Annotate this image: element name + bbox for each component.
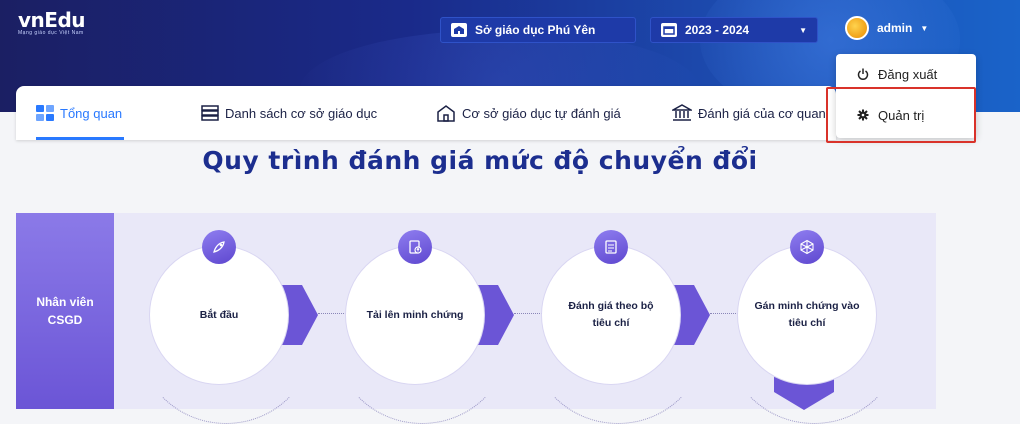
process-title: Quy trình đánh giá mức độ chuyển đổi: [202, 146, 758, 175]
tab-agency-assessment[interactable]: Đánh giá của cơ quan: [672, 86, 826, 140]
gear-icon: [856, 109, 870, 121]
user-name: admin: [877, 21, 913, 35]
brand-name: vnEdu: [18, 8, 86, 32]
school-year-value: 2023 - 2024: [685, 23, 750, 37]
tab-self-assessment[interactable]: Cơ sở giáo dục tự đánh giá: [436, 86, 621, 140]
network-icon: [790, 230, 824, 264]
logout-menu-item[interactable]: Đăng xuất: [836, 56, 976, 92]
chevron-down-icon: ▼: [799, 25, 807, 35]
vnedu-logo[interactable]: vnEdu Mạng giáo dục Việt Nam: [18, 8, 86, 36]
school-year-select[interactable]: 2023 - 2024 ▼: [650, 17, 818, 43]
step-label: Bắt đầu: [199, 308, 239, 321]
checklist-icon: [594, 230, 628, 264]
tab-label: Cơ sở giáo dục tự đánh giá: [462, 105, 621, 121]
main-tabs: Tổng quan Danh sách cơ sở giáo dục Cơ sở…: [16, 86, 836, 140]
avatar: [845, 16, 869, 40]
upload-document-icon: [398, 230, 432, 264]
dashboard-icon: [36, 105, 54, 121]
step-circle: Bắt đầu: [150, 246, 288, 384]
government-building-icon: [672, 104, 692, 122]
tab-label: Tổng quan: [60, 105, 123, 121]
actor-label: Nhân viên CSGD: [16, 213, 114, 409]
admin-menu-item[interactable]: Quản trị: [836, 97, 976, 133]
step-label: Tải lên minh chứng: [366, 308, 464, 321]
school-icon: [451, 23, 467, 37]
step-label: Gán minh chứng vào tiêu chí: [754, 300, 860, 329]
rocket-icon: [202, 230, 236, 264]
list-icon: [201, 105, 219, 121]
step-circle: Gán minh chứng vào tiêu chí: [738, 246, 876, 384]
power-icon: [856, 68, 870, 80]
step-label: Đánh giá theo bộ tiêu chí: [568, 300, 654, 329]
user-dropdown-menu: Đăng xuất Quản trị: [836, 54, 976, 138]
calendar-icon: [661, 23, 677, 37]
actor-name: Nhân viên CSGD: [36, 295, 94, 327]
tab-label: Danh sách cơ sở giáo dục: [225, 105, 378, 121]
step-circle: Đánh giá theo bộ tiêu chí: [542, 246, 680, 384]
tab-label: Đánh giá của cơ quan: [698, 105, 826, 121]
department-name: Sở giáo dục Phú Yên: [475, 23, 596, 37]
department-selector[interactable]: Sở giáo dục Phú Yên: [440, 17, 636, 43]
school-icon: [436, 104, 456, 122]
step-circle: Tải lên minh chứng: [346, 246, 484, 384]
tab-institution-list[interactable]: Danh sách cơ sở giáo dục: [201, 86, 377, 140]
logout-label: Đăng xuất: [878, 66, 938, 82]
admin-label: Quản trị: [878, 107, 925, 123]
tab-overview[interactable]: Tổng quan: [36, 86, 125, 140]
chevron-down-icon: ▼: [920, 23, 929, 33]
brand-slogan: Mạng giáo dục Việt Nam: [18, 30, 84, 36]
user-menu-toggle[interactable]: admin ▼: [845, 16, 928, 40]
